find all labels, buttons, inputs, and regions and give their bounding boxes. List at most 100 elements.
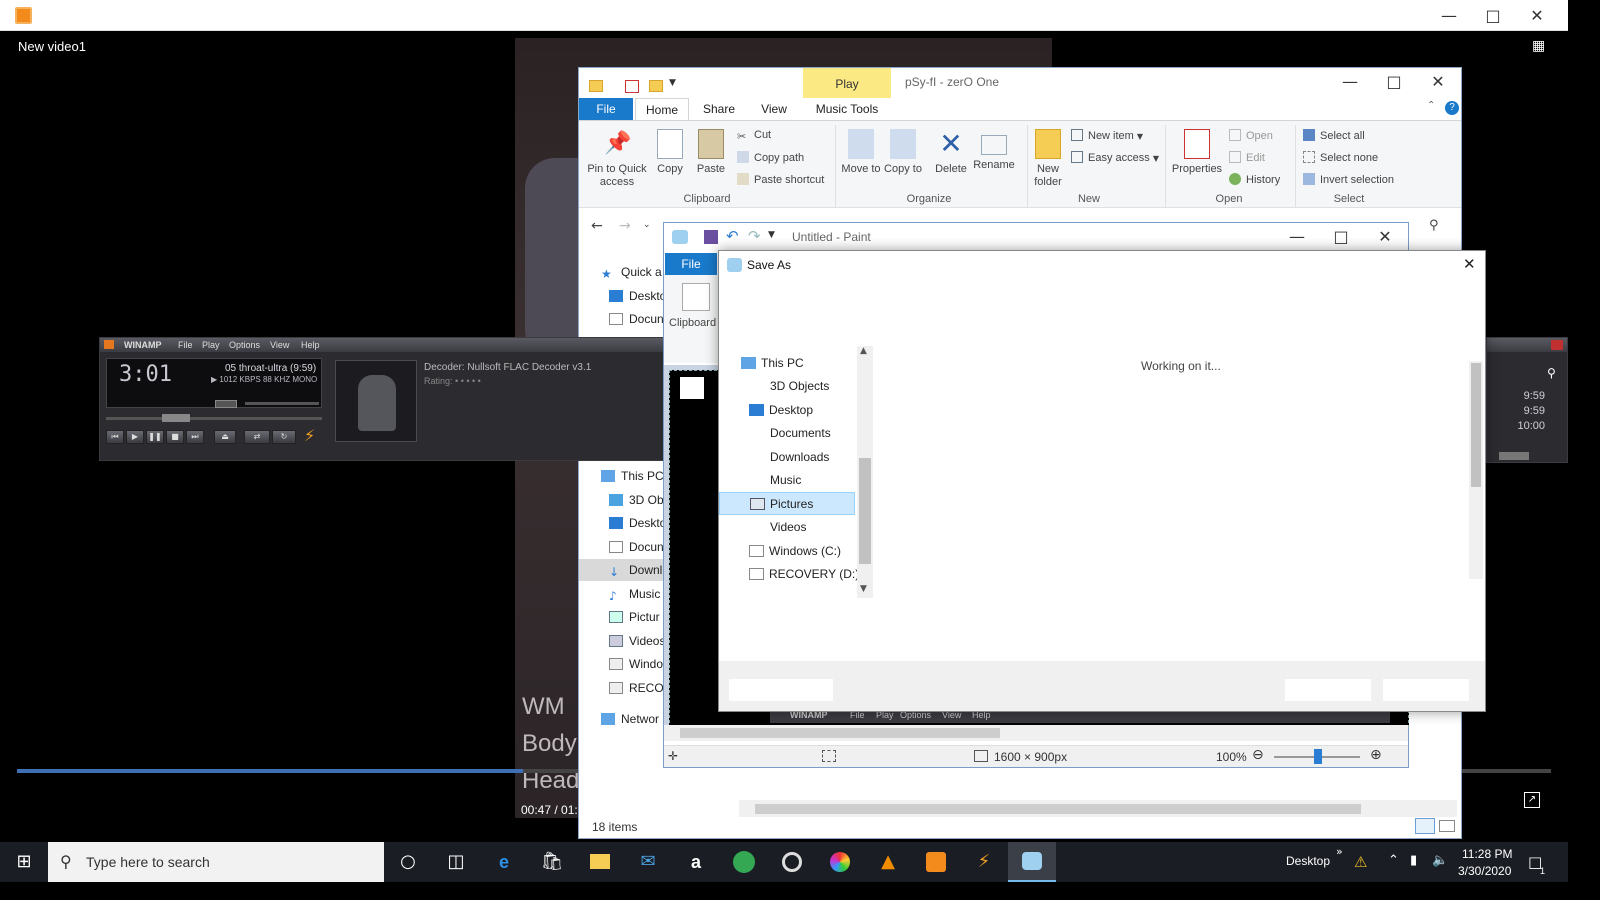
select-all-button[interactable]: Select all [1303, 129, 1365, 142]
cortana-icon[interactable]: ○ [384, 842, 432, 882]
scrollbar-thumb[interactable] [1471, 363, 1481, 487]
media-app-icon[interactable] [768, 842, 816, 882]
zoom-in-icon[interactable]: ⊕ [1370, 747, 1382, 763]
sa-tree-item-downloads[interactable]: Downloads [770, 446, 894, 469]
tree-item-network[interactable]: Networ [601, 708, 659, 730]
zoom-slider-thumb[interactable] [1314, 749, 1322, 764]
move-to-button[interactable]: Move to [841, 129, 881, 176]
winamp-stop-button[interactable]: ■ [166, 430, 184, 444]
properties-button[interactable]: Properties [1169, 129, 1225, 176]
explorer-close-button[interactable]: ✕ [1415, 66, 1461, 97]
maximize-button[interactable]: □ [1470, 0, 1516, 31]
winamp-icon[interactable]: ⚡ [960, 842, 1008, 882]
playlist-search-icon[interactable]: ⚲ [1547, 366, 1556, 380]
explorer-horizontal-scrollbar[interactable] [739, 800, 1457, 817]
sa-tree-item-3d-objects[interactable]: 3D Objects [770, 375, 894, 398]
tree-item-desktop-pc[interactable]: Deskto [609, 512, 666, 534]
winamp-repeat-button[interactable]: ↻ [272, 430, 296, 444]
grid-view-icon[interactable]: ▦ [1532, 38, 1550, 54]
playlist-scroll-button[interactable] [1499, 452, 1529, 460]
winamp-menu-options[interactable]: Options [229, 340, 260, 350]
vlc-icon[interactable]: ▲ [864, 842, 912, 882]
color-app-icon[interactable] [816, 842, 864, 882]
tree-item-documents[interactable]: Docun [609, 308, 664, 330]
save-as-content-scrollbar[interactable] [1469, 361, 1483, 579]
customize-qat-icon[interactable]: ▼ [669, 78, 676, 88]
explorer-minimize-button[interactable]: — [1327, 66, 1373, 97]
fullscreen-icon[interactable]: ↗ [1524, 792, 1540, 808]
paint-file-tab[interactable]: File [665, 253, 717, 275]
tree-item-pictures[interactable]: Pictur [609, 606, 660, 628]
start-button[interactable]: ⊞ [0, 842, 48, 882]
winamp-menu-play[interactable]: Play [202, 340, 220, 350]
hide-folders-button[interactable] [729, 679, 833, 701]
cut-button[interactable]: ✂ Cut [737, 129, 771, 143]
winamp-shuffle-button[interactable]: ⇄ [244, 430, 270, 444]
scrollbar-thumb[interactable] [680, 728, 1000, 738]
edit-button[interactable]: Edit [1229, 151, 1265, 164]
winamp-prev-button[interactable]: ⏮ [106, 430, 124, 444]
paint-minimize-button[interactable]: — [1274, 221, 1320, 252]
tree-item-this-pc[interactable]: This PC [601, 465, 664, 487]
sa-tree-item-music[interactable]: Music [770, 469, 894, 492]
toolbar-overflow-icon[interactable]: » [1336, 845, 1343, 858]
save-icon[interactable] [704, 230, 718, 244]
sa-tree-item-this-pc[interactable]: This PC [741, 352, 865, 375]
warning-icon[interactable]: ⚠ [1354, 853, 1367, 871]
paint-clipboard-label[interactable]: Clipboard [669, 317, 716, 329]
tab-share[interactable]: Share [693, 98, 745, 120]
tree-item-videos[interactable]: Videos [609, 630, 665, 652]
tree-item-quick-access[interactable]: ★ Quick a [601, 261, 662, 283]
save-as-close-button[interactable]: ✕ [1463, 255, 1476, 273]
winamp-seek-slider[interactable] [106, 417, 322, 420]
search-icon[interactable]: ⚲ [1429, 218, 1439, 233]
sa-tree-item-recovery-d[interactable]: RECOVERY (D:) [749, 563, 873, 586]
paste-icon[interactable] [682, 283, 710, 311]
new-item-button[interactable]: New item ▼ [1071, 129, 1143, 142]
invert-selection-button[interactable]: Invert selection [1303, 173, 1394, 186]
copy-path-button[interactable]: Copy path [737, 151, 804, 164]
winamp-mute-button[interactable] [215, 400, 237, 408]
customize-qat-icon[interactable]: ▼ [768, 230, 775, 240]
scroll-up-arrow-icon[interactable]: ▲ [860, 346, 867, 356]
winamp-menu-file[interactable]: File [178, 340, 193, 350]
mail-icon[interactable]: ✉ [624, 842, 672, 882]
explorer-maximize-button[interactable]: □ [1371, 66, 1417, 97]
tree-item-music[interactable]: ♪ Music [609, 583, 660, 605]
edge-icon[interactable]: e [480, 842, 528, 882]
recent-locations-icon[interactable]: ⌄ [643, 220, 651, 230]
history-button[interactable]: History [1229, 173, 1280, 186]
paint-close-button[interactable]: ✕ [1362, 221, 1408, 252]
tree-item-desktop[interactable]: Deskto [609, 285, 666, 307]
help-icon[interactable]: ? [1445, 101, 1459, 115]
video-player-icon[interactable] [912, 842, 960, 882]
open-button[interactable]: Open [1229, 129, 1273, 142]
rating-stars-icon[interactable]: • • • • • [455, 376, 481, 386]
tab-music-tools[interactable]: Music Tools [807, 98, 887, 120]
scrollbar-thumb[interactable] [755, 804, 1361, 814]
winamp-menu-help[interactable]: Help [301, 340, 320, 350]
undo-icon[interactable]: ↶ [726, 227, 739, 245]
redo-icon[interactable]: ↷ [748, 227, 761, 245]
save-as-tree-scrollbar[interactable]: ▲ ▼ [857, 346, 873, 598]
tab-file[interactable]: File [579, 98, 633, 120]
sa-tree-item-windows-c[interactable]: Windows (C:) [749, 540, 873, 563]
file-explorer-icon[interactable] [576, 842, 624, 882]
sa-tree-item-pictures[interactable]: Pictures [719, 492, 855, 515]
tree-item-windows-c[interactable]: Windo [609, 653, 663, 675]
paint-taskbar-icon[interactable] [1008, 842, 1056, 882]
winamp-play-button[interactable]: ▶ [126, 430, 144, 444]
tree-item-3d-objects[interactable]: 3D Ob [609, 489, 664, 511]
tab-home[interactable]: Home [635, 98, 689, 120]
tree-item-documents-pc[interactable]: Docun [609, 536, 664, 558]
save-button[interactable] [1285, 679, 1371, 701]
paste-button[interactable]: Paste [693, 129, 729, 176]
scrollbar-thumb[interactable] [859, 458, 871, 564]
store-icon[interactable]: 🛍 [528, 842, 576, 882]
copy-button[interactable]: Copy [653, 129, 687, 176]
copy-to-button[interactable]: Copy to [883, 129, 923, 176]
sa-tree-item-videos[interactable]: Videos [770, 516, 894, 539]
scroll-down-arrow-icon[interactable]: ▼ [860, 584, 867, 594]
battery-icon[interactable]: ▮ [1410, 853, 1417, 868]
winamp-seek-thumb[interactable] [162, 414, 190, 422]
